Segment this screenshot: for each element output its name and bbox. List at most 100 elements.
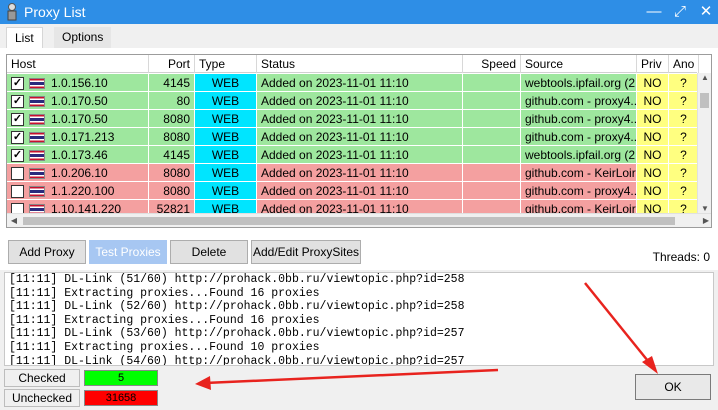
table-row[interactable]: ✓ 1.0.173.46 4145 WEB Added on 2023-11-01 11…: [7, 146, 699, 164]
unchecked-label: Unchecked: [4, 389, 80, 407]
row-checkbox[interactable]: ✓: [11, 95, 24, 108]
grid-header: Host Port Type Status Speed Source Priv …: [7, 55, 699, 73]
cell-host: ✓ 1.0.170.50: [7, 92, 149, 110]
row-checkbox[interactable]: ✓: [11, 77, 24, 90]
cell-source: github.com - proxy4...: [521, 182, 637, 200]
tab-options[interactable]: Options: [54, 27, 112, 48]
cell-port: 8080: [149, 110, 195, 128]
log-line: [11:11] DL-Link (53/60) http://prohack.0…: [9, 327, 465, 341]
add-proxy-button[interactable]: Add Proxy: [8, 240, 86, 264]
log-line: [11:11] Extracting proxies...Found 16 pr…: [9, 313, 320, 327]
col-status[interactable]: Status: [257, 55, 463, 73]
cell-host: ✓ 1.0.170.50: [7, 110, 149, 128]
cell-priv: NO: [637, 74, 669, 92]
add-edit-proxysites-button[interactable]: Add/Edit ProxySites: [251, 240, 361, 264]
cell-status: Added on 2023-11-01 11:10: [257, 128, 463, 146]
scroll-left-icon[interactable]: ◀: [7, 214, 21, 227]
cell-ano: ?: [669, 74, 699, 92]
cell-status: Added on 2023-11-01 11:10: [257, 146, 463, 164]
col-source[interactable]: Source: [521, 55, 637, 73]
cell-host: ✓ 1.0.173.46: [7, 146, 149, 164]
cell-ano: ?: [669, 128, 699, 146]
proxy-grid[interactable]: Host Port Type Status Speed Source Priv …: [6, 54, 712, 228]
table-row[interactable]: ✓ 1.0.170.50 80 WEB Added on 2023-11-01 11:1…: [7, 92, 699, 110]
cell-speed: [463, 128, 521, 146]
horizontal-scrollbar[interactable]: ◀ ▶: [7, 213, 711, 227]
cell-speed: [463, 164, 521, 182]
thailand-flag-icon: [29, 150, 45, 161]
cell-source: webtools.ipfail.org (2...: [521, 74, 637, 92]
row-checkbox[interactable]: ✓: [11, 131, 24, 144]
cell-ano: ?: [669, 110, 699, 128]
test-proxies-button[interactable]: Test Proxies: [89, 240, 167, 264]
checked-label: Checked: [4, 369, 80, 387]
window-title: Proxy List: [24, 4, 86, 20]
cell-priv: NO: [637, 92, 669, 110]
scroll-right-icon[interactable]: ▶: [699, 214, 711, 227]
col-port[interactable]: Port: [149, 55, 195, 73]
cell-port: 8080: [149, 164, 195, 182]
cell-priv: NO: [637, 110, 669, 128]
vertical-scrollbar[interactable]: ▲ ▼: [697, 73, 711, 213]
cell-host: 1.1.220.100: [7, 182, 149, 200]
table-row[interactable]: ✓ 1.0.156.10 4145 WEB Added on 2023-11-01 11…: [7, 74, 699, 92]
ok-button[interactable]: OK: [635, 374, 711, 400]
host-ip: 1.0.156.10: [51, 76, 108, 90]
log-line: [11:11] DL-Link (54/60) http://prohack.0…: [9, 354, 465, 366]
col-speed[interactable]: Speed: [463, 55, 521, 73]
cell-source: github.com - proxy4...: [521, 92, 637, 110]
arrow-to-checked: [204, 368, 499, 385]
scroll-up-icon[interactable]: ▲: [698, 73, 711, 82]
cell-type: WEB: [195, 74, 257, 92]
checked-count: 5: [84, 370, 158, 386]
thailand-flag-icon: [29, 168, 45, 179]
scroll-thumb[interactable]: [700, 93, 709, 108]
scroll-down-icon[interactable]: ▼: [698, 204, 711, 213]
log-line: [11:11] DL-Link (52/60) http://prohack.0…: [9, 300, 465, 314]
table-row[interactable]: ✓ 1.0.170.50 8080 WEB Added on 2023-11-01 11…: [7, 110, 699, 128]
cell-speed: [463, 74, 521, 92]
log-line: [11:11] Extracting proxies...Found 10 pr…: [9, 340, 320, 354]
cell-host: ✓ 1.0.171.213: [7, 128, 149, 146]
row-checkbox[interactable]: ✓: [11, 149, 24, 162]
table-row[interactable]: 1.0.206.10 8080 WEB Added on 2023-11-01 11:…: [7, 164, 699, 182]
col-type[interactable]: Type: [195, 55, 257, 73]
col-priv[interactable]: Priv: [637, 55, 669, 73]
table-row[interactable]: ✓ 1.0.171.213 8080 WEB Added on 2023-11-01 1…: [7, 128, 699, 146]
threads-count: Threads: 0: [652, 250, 710, 264]
cell-speed: [463, 92, 521, 110]
cell-speed: [463, 110, 521, 128]
cell-port: 8080: [149, 182, 195, 200]
minimize-button[interactable]: —: [642, 0, 666, 24]
close-button[interactable]: ✕: [694, 0, 718, 24]
row-checkbox[interactable]: [11, 185, 24, 198]
cell-priv: NO: [637, 128, 669, 146]
tab-list[interactable]: List: [6, 27, 43, 48]
maximize-button[interactable]: ⤢: [668, 0, 692, 24]
host-ip: 1.0.170.50: [51, 112, 108, 126]
hscroll-thumb[interactable]: [23, 217, 675, 225]
col-host[interactable]: Host: [7, 55, 149, 73]
row-checkbox[interactable]: [11, 167, 24, 180]
title-bar: Proxy List — ⤢ ✕: [0, 0, 718, 24]
cell-type: WEB: [195, 182, 257, 200]
app-icon: [7, 3, 17, 21]
cell-speed: [463, 146, 521, 164]
log-output[interactable]: [11:11] DL-Link (51/60) http://prohack.0…: [4, 272, 714, 366]
cell-status: Added on 2023-11-01 11:10: [257, 110, 463, 128]
cell-port: 4145: [149, 74, 195, 92]
cell-port: 4145: [149, 146, 195, 164]
list-panel: Host Port Type Status Speed Source Priv …: [0, 48, 718, 270]
col-ano[interactable]: Ano: [669, 55, 699, 73]
thailand-flag-icon: [29, 114, 45, 125]
cell-host: ✓ 1.0.156.10: [7, 74, 149, 92]
unchecked-count: 31658: [84, 390, 158, 406]
row-checkbox[interactable]: ✓: [11, 113, 24, 126]
thailand-flag-icon: [29, 132, 45, 143]
table-row[interactable]: 1.1.220.100 8080 WEB Added on 2023-11-01 11…: [7, 182, 699, 200]
cell-port: 80: [149, 92, 195, 110]
cell-source: github.com - KeirLoir...: [521, 164, 637, 182]
delete-button[interactable]: Delete: [170, 240, 248, 264]
cell-type: WEB: [195, 92, 257, 110]
cell-status: Added on 2023-11-01 11:10: [257, 92, 463, 110]
